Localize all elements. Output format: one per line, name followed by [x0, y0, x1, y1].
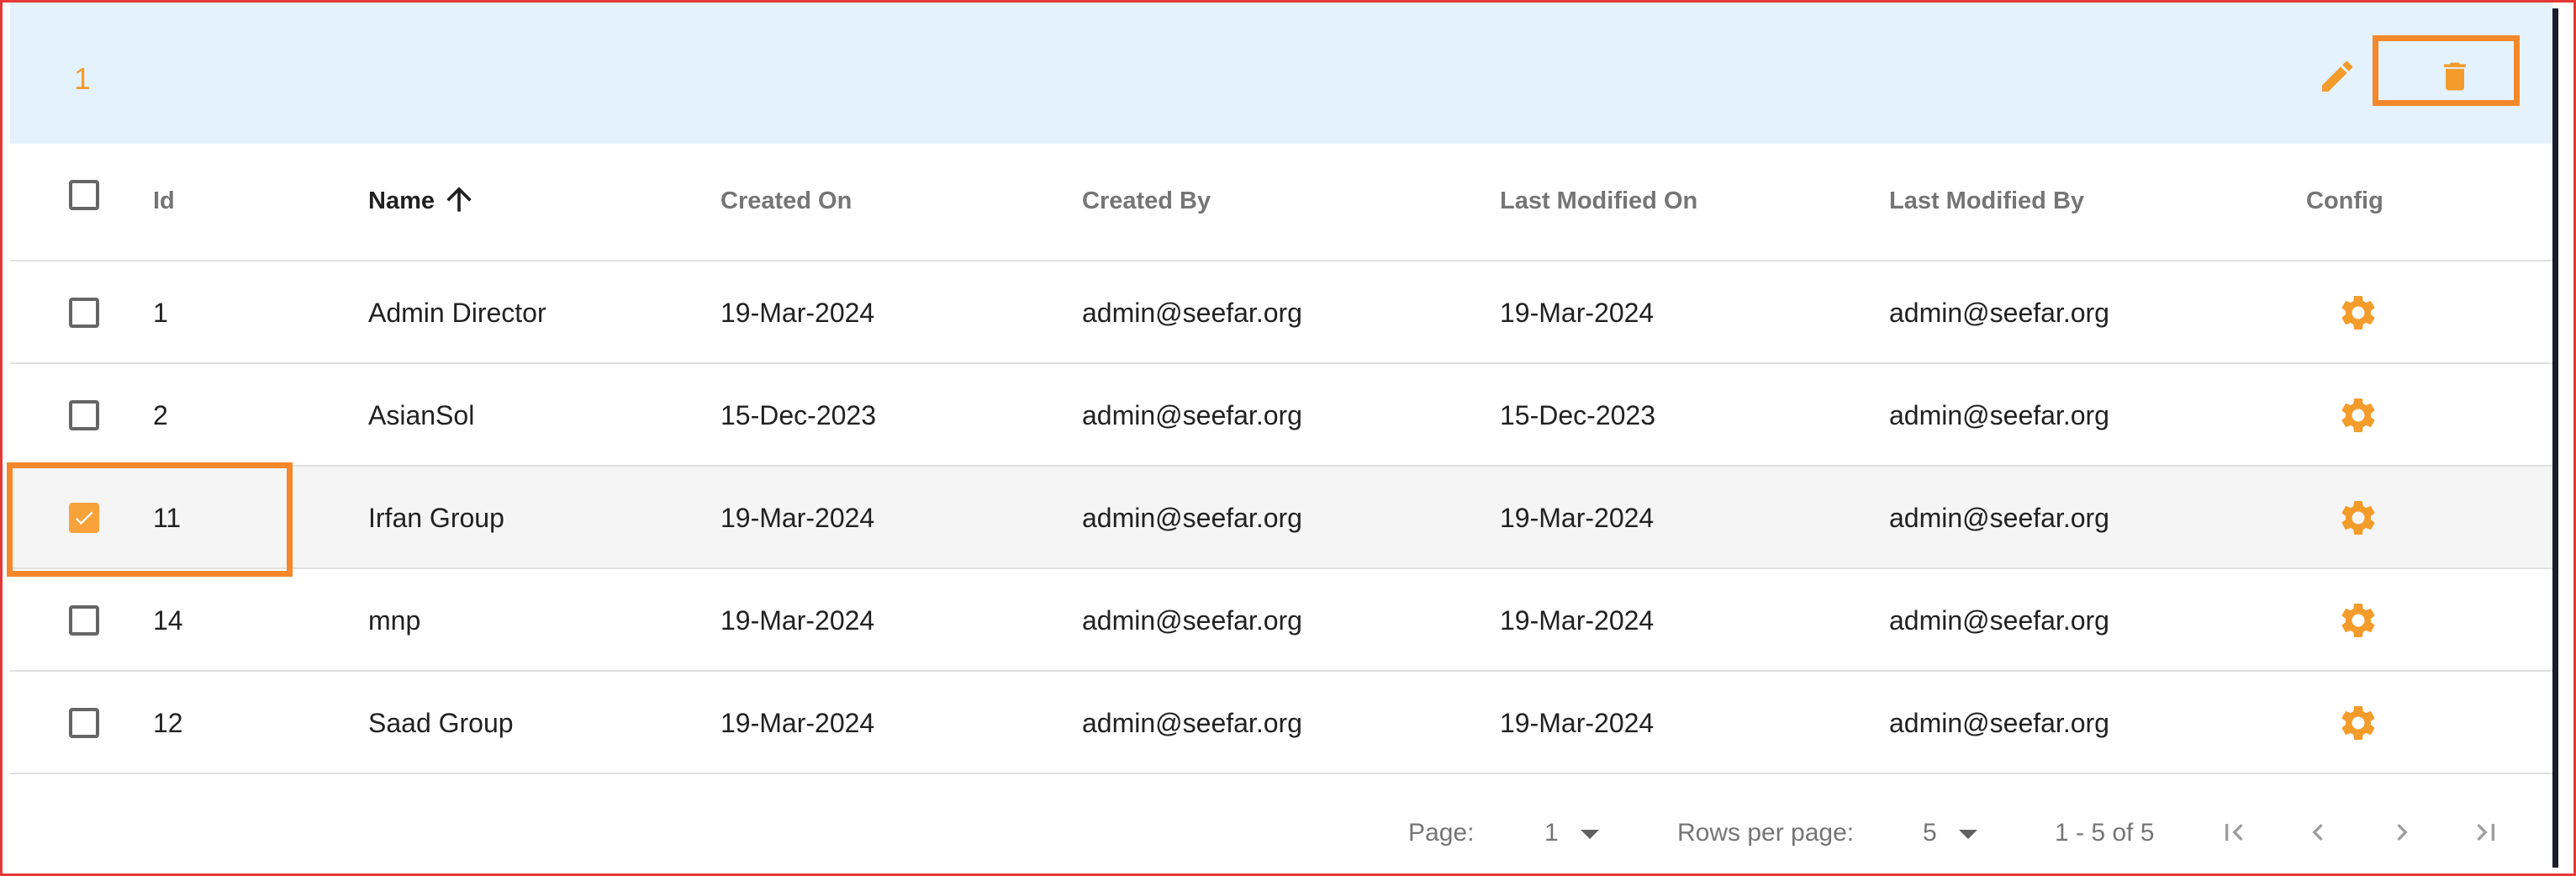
scrollbar[interactable]: [2552, 8, 2558, 868]
cell-created-on: 19-Mar-2024: [721, 605, 875, 636]
gear-icon[interactable]: [2337, 394, 2379, 436]
cell-last-modified-by: admin@seefar.org: [1889, 708, 2109, 738]
cell-last-modified-on: 19-Mar-2024: [1500, 708, 1655, 738]
rows-per-page-select[interactable]: 5: [1923, 819, 1977, 847]
table-row[interactable]: 12 Saad Group 19-Mar-2024 admin@seefar.org 1…: [10, 672, 2552, 774]
cell-created-by: admin@seefar.org: [1082, 503, 1302, 533]
page-select[interactable]: 1: [1544, 819, 1599, 847]
cell-id: 2: [153, 400, 168, 430]
rows-per-page-label: Rows per page:: [1677, 819, 1855, 847]
cell-last-modified-on: 19-Mar-2024: [1500, 298, 1655, 328]
pagination-range: 1 - 5 of 5: [2055, 819, 2155, 847]
cell-created-by: admin@seefar.org: [1082, 400, 1302, 430]
cell-created-by: admin@seefar.org: [1082, 605, 1302, 636]
cell-last-modified-on: 15-Dec-2023: [1500, 400, 1655, 430]
cell-created-on: 19-Mar-2024: [721, 503, 875, 533]
gear-icon[interactable]: [2337, 702, 2379, 744]
gear-icon[interactable]: [2337, 599, 2379, 641]
select-all-checkbox[interactable]: [69, 180, 99, 210]
row-checkbox[interactable]: [69, 605, 99, 636]
cell-last-modified-on: 19-Mar-2024: [1500, 605, 1655, 636]
cell-name: Irfan Group: [368, 503, 504, 533]
cell-name: AsianSol: [368, 400, 475, 430]
cell-name: Admin Director: [368, 298, 546, 328]
cell-last-modified-by: admin@seefar.org: [1889, 400, 2109, 430]
row-checkbox[interactable]: [69, 708, 99, 738]
cell-created-on: 15-Dec-2023: [721, 400, 876, 430]
page-label: Page:: [1408, 819, 1475, 847]
column-header-id[interactable]: Id: [153, 187, 175, 215]
cell-created-on: 19-Mar-2024: [721, 708, 875, 738]
selected-row-highlight: [7, 462, 293, 577]
column-header-last-modified-on[interactable]: Last Modified On: [1500, 187, 1697, 215]
next-page-icon[interactable]: [2385, 815, 2419, 849]
cell-created-by: admin@seefar.org: [1082, 298, 1302, 328]
table-row[interactable]: 14 mnp 19-Mar-2024 admin@seefar.org 19-Mar-2…: [10, 569, 2552, 672]
column-header-created-by[interactable]: Created By: [1082, 187, 1211, 215]
cell-id: 1: [153, 298, 168, 328]
delete-button-highlight: [2373, 35, 2520, 106]
rows-per-page-value: 5: [1923, 819, 1937, 847]
cell-name: Saad Group: [368, 708, 514, 738]
row-checkbox[interactable]: [69, 400, 99, 430]
selected-count: 1: [74, 61, 92, 96]
pagination-bar: Page: 1 Rows per page: 5 1 - 5 of 5: [10, 782, 2552, 866]
row-checkbox[interactable]: [69, 298, 99, 328]
cell-id: 12: [153, 708, 183, 738]
column-header-last-modified-by[interactable]: Last Modified By: [1889, 187, 2084, 215]
cell-id: 14: [153, 605, 183, 636]
cell-last-modified-on: 19-Mar-2024: [1500, 503, 1655, 533]
cell-last-modified-by: admin@seefar.org: [1889, 605, 2109, 636]
gear-icon[interactable]: [2337, 292, 2379, 334]
column-header-name[interactable]: Name: [368, 187, 435, 215]
arrow-up-icon[interactable]: [441, 181, 478, 218]
last-page-icon[interactable]: [2469, 815, 2503, 849]
cell-last-modified-by: admin@seefar.org: [1889, 298, 2109, 328]
chevron-down-icon: [1580, 829, 1599, 839]
column-header-config: Config: [2306, 187, 2383, 214]
table-header: Id Name Created On Created By Last Modif…: [10, 144, 2552, 261]
table-row[interactable]: 11 Irfan Group 19-Mar-2024 admin@seefar.org…: [10, 467, 2552, 569]
first-page-icon[interactable]: [2217, 815, 2251, 849]
edit-button[interactable]: [2314, 50, 2361, 103]
cell-created-on: 19-Mar-2024: [721, 298, 875, 328]
chevron-down-icon: [1958, 829, 1977, 839]
selection-toolbar: 1: [10, 3, 2552, 144]
page-value: 1: [1544, 819, 1559, 847]
gear-icon[interactable]: [2337, 497, 2379, 539]
cell-last-modified-by: admin@seefar.org: [1889, 503, 2109, 533]
column-header-created-on[interactable]: Created On: [721, 187, 852, 215]
previous-page-icon[interactable]: [2301, 815, 2335, 849]
table-row[interactable]: 1 Admin Director 19-Mar-2024 admin@seefar.o…: [10, 261, 2552, 364]
cell-created-by: admin@seefar.org: [1082, 708, 1302, 738]
pencil-icon: [2322, 61, 2353, 92]
cell-name: mnp: [368, 605, 421, 636]
table-row[interactable]: 2 AsianSol 15-Dec-2023 admin@seefar.org 15-D…: [10, 364, 2552, 467]
